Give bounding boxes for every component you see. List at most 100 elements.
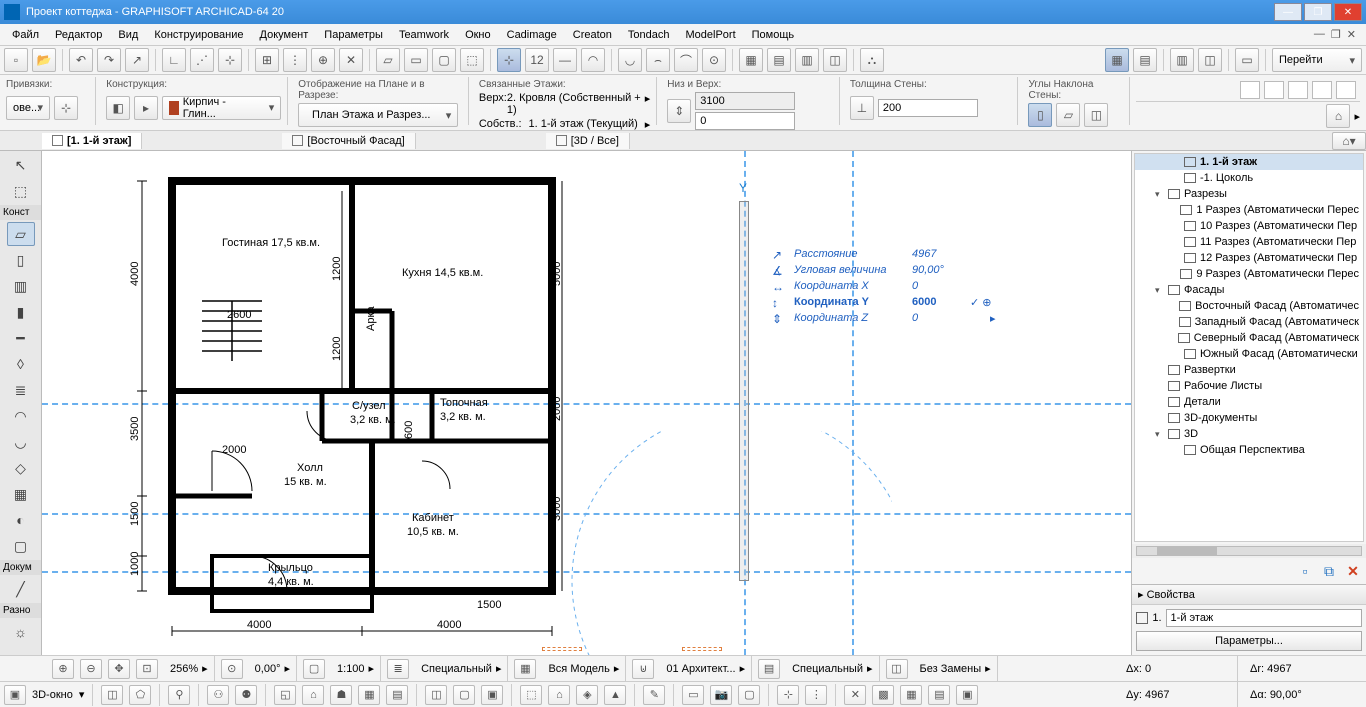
story-icon2[interactable]: ▸: [645, 118, 651, 131]
arrow-tool[interactable]: ↖: [7, 153, 35, 177]
st20[interactable]: 📷: [710, 685, 732, 705]
snap-extra-button[interactable]: ⊹: [54, 96, 78, 120]
st6[interactable]: ◱: [274, 685, 296, 705]
model-view-icon[interactable]: ▦: [514, 659, 536, 679]
menu-parameters[interactable]: Параметры: [316, 27, 391, 43]
construction-btn1[interactable]: ◧: [106, 96, 130, 120]
nav-item[interactable]: 1. 1-й этаж: [1135, 154, 1363, 170]
parameters-button[interactable]: Параметры...: [1136, 631, 1362, 651]
arc1-button[interactable]: ◡: [618, 48, 642, 72]
props-name-input[interactable]: [1166, 609, 1362, 627]
zoom-in-button[interactable]: ⊕: [52, 659, 74, 679]
nav-delete-icon[interactable]: ✕: [1344, 562, 1362, 580]
nav-item[interactable]: -1. Цоколь: [1135, 170, 1363, 186]
snap-dropdown[interactable]: ове...: [6, 96, 50, 120]
st13[interactable]: ▣: [481, 685, 503, 705]
new-button[interactable]: ▫: [4, 48, 28, 72]
nav-item[interactable]: Южный Фасад (Автоматически: [1135, 346, 1363, 362]
undo-button[interactable]: ↶: [69, 48, 93, 72]
menu-construction[interactable]: Конструирование: [146, 27, 251, 43]
story-icon[interactable]: ▸: [645, 92, 651, 116]
menu-modelport[interactable]: ModelPort: [678, 27, 744, 43]
nav-item[interactable]: Северный Фасад (Автоматическ: [1135, 330, 1363, 346]
st5[interactable]: ⚉: [235, 685, 257, 705]
st14[interactable]: ⬚: [520, 685, 542, 705]
slab-tool[interactable]: ◊: [7, 352, 35, 376]
nav-item[interactable]: 12 Разрез (Автоматически Пер: [1135, 250, 1363, 266]
nav-icon5[interactable]: [1336, 81, 1356, 99]
override-icon[interactable]: ◫: [886, 659, 908, 679]
door-tool[interactable]: ▯: [7, 248, 35, 272]
renovation-icon[interactable]: ⊍: [632, 659, 654, 679]
st23[interactable]: ⋮: [805, 685, 827, 705]
arc4-button[interactable]: ⊙: [702, 48, 726, 72]
angle1-button[interactable]: ▯: [1028, 103, 1052, 127]
window-tool[interactable]: ▥: [7, 274, 35, 298]
tree-scrollbar[interactable]: [1136, 546, 1362, 556]
layer-combo-icon[interactable]: ≣: [387, 659, 409, 679]
st18[interactable]: ✎: [643, 685, 665, 705]
menu-window[interactable]: Окно: [457, 27, 499, 43]
view1-button[interactable]: ▦: [1105, 48, 1129, 72]
scale-button[interactable]: ▢: [303, 659, 325, 679]
view4-button[interactable]: ◫: [1198, 48, 1222, 72]
st15[interactable]: ⌂: [548, 685, 570, 705]
tab-3d[interactable]: [3D / Все]: [546, 133, 630, 149]
snap1-button[interactable]: ∟: [162, 48, 186, 72]
nav-item[interactable]: 1 Разрез (Автоматически Перес: [1135, 202, 1363, 218]
display-dropdown[interactable]: План Этажа и Разрез...: [298, 103, 458, 127]
stair-tool[interactable]: ≣: [7, 378, 35, 402]
grid2-button[interactable]: ⋮: [283, 48, 307, 72]
st12[interactable]: ▢: [453, 685, 475, 705]
scale-value[interactable]: 1:100: [337, 663, 365, 675]
nav-icon1[interactable]: [1240, 81, 1260, 99]
menu-help[interactable]: Помощь: [744, 27, 803, 43]
model-view-value[interactable]: Вся Модель: [548, 663, 609, 675]
tab-floorplan[interactable]: [1. 1-й этаж]: [42, 133, 142, 149]
tab-elevation[interactable]: [Восточный Фасад]: [282, 133, 415, 149]
material-dropdown[interactable]: Кирпич - Глин...: [162, 96, 281, 120]
nav-item[interactable]: ▾Разрезы: [1135, 186, 1363, 202]
orient-button[interactable]: ⊙: [221, 659, 243, 679]
grid3-button[interactable]: ⊕: [311, 48, 335, 72]
st17[interactable]: ▲: [604, 685, 626, 705]
st11[interactable]: ◫: [425, 685, 447, 705]
guideline-button[interactable]: ⊹: [497, 48, 521, 72]
nav-item[interactable]: Рабочие Листы: [1135, 378, 1363, 394]
morph-tool[interactable]: ◐: [7, 508, 35, 532]
grid4-button[interactable]: ✕: [339, 48, 363, 72]
nav-item[interactable]: Развертки: [1135, 362, 1363, 378]
3d-window-icon[interactable]: ▣: [4, 685, 26, 705]
object-tool[interactable]: ▢: [7, 534, 35, 558]
tab-nav-button[interactable]: ⌂▾: [1332, 132, 1366, 150]
angle-value[interactable]: 0,00°: [255, 663, 281, 675]
st3[interactable]: ⚲: [168, 685, 190, 705]
st22[interactable]: ⊹: [777, 685, 799, 705]
drawing-canvas[interactable]: Y: [42, 151, 1131, 655]
construction-btn2[interactable]: ▸: [134, 96, 158, 120]
bot-input[interactable]: [695, 112, 795, 130]
view3-button[interactable]: ▥: [1170, 48, 1194, 72]
column-tool[interactable]: ▮: [7, 300, 35, 324]
override-value[interactable]: Без Замены: [920, 663, 982, 675]
arc2-button[interactable]: ⌢: [646, 48, 670, 72]
layer4-button[interactable]: ◫: [823, 48, 847, 72]
teamwork-button[interactable]: ⛬: [860, 48, 884, 72]
nav-clone-icon[interactable]: ⧉: [1320, 562, 1338, 580]
menu-cadimage[interactable]: Cadimage: [499, 27, 565, 43]
nav-icon2[interactable]: [1264, 81, 1284, 99]
st19[interactable]: ▭: [682, 685, 704, 705]
angle2-button[interactable]: ▱: [1056, 103, 1080, 127]
mdi-close-icon[interactable]: ✕: [1347, 28, 1356, 41]
renovation-value[interactable]: 01 Архитект...: [666, 663, 735, 675]
skylight-tool[interactable]: ◇: [7, 456, 35, 480]
shell-tool[interactable]: ◡: [7, 430, 35, 454]
snap2-button[interactable]: ⋰: [190, 48, 214, 72]
plane1-button[interactable]: ▱: [376, 48, 400, 72]
menu-teamwork[interactable]: Teamwork: [391, 27, 457, 43]
st1[interactable]: ◫: [101, 685, 123, 705]
curtainwall-tool[interactable]: ▦: [7, 482, 35, 506]
view2-button[interactable]: ▤: [1133, 48, 1157, 72]
chevron-right-icon[interactable]: ▸: [1354, 110, 1360, 123]
plane2-button[interactable]: ▭: [404, 48, 428, 72]
